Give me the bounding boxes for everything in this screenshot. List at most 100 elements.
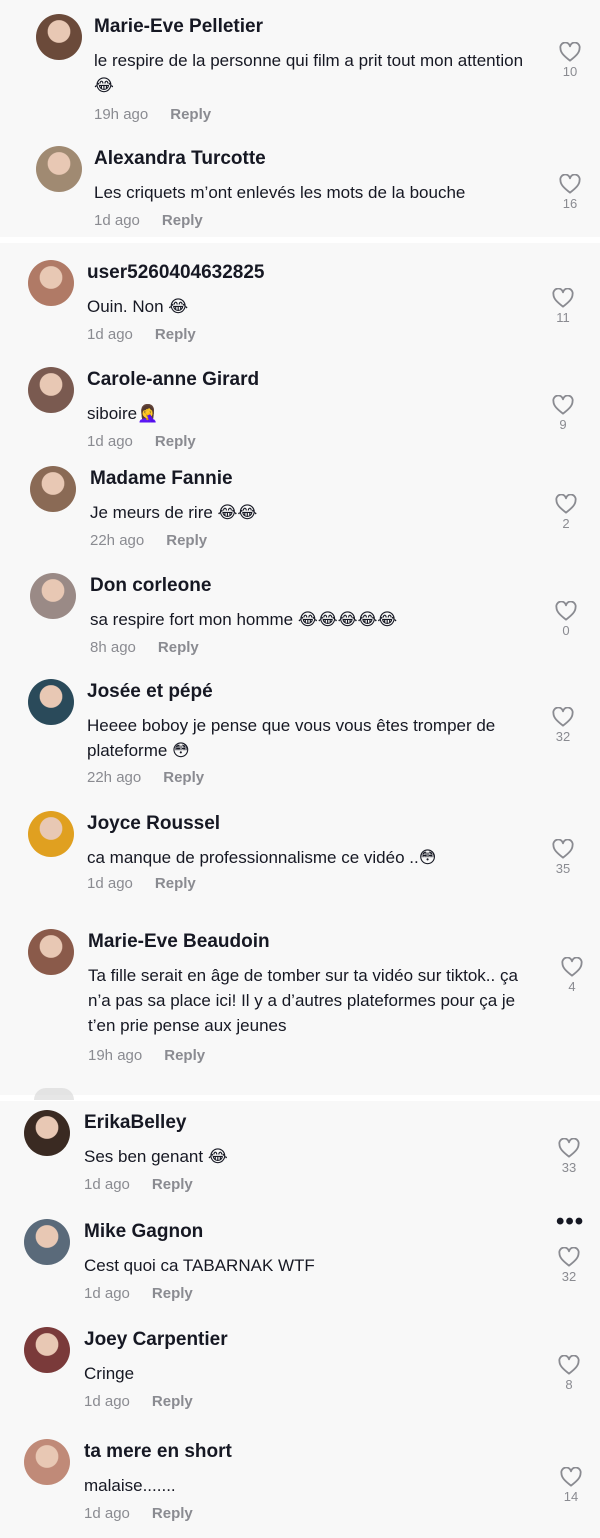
- like-button[interactable]: 2: [546, 494, 586, 531]
- avatar[interactable]: [30, 466, 76, 512]
- avatar[interactable]: [28, 811, 74, 857]
- reply-button[interactable]: Reply: [164, 1047, 205, 1064]
- reply-button[interactable]: Reply: [162, 212, 203, 229]
- comment-timestamp: 1d ago: [84, 1393, 130, 1410]
- like-count: 32: [555, 729, 571, 744]
- like-button[interactable]: 11: [543, 288, 583, 325]
- comment-meta: 8h ago Reply: [90, 639, 199, 656]
- like-button[interactable]: 32: [543, 707, 583, 744]
- like-button[interactable]: 33: [549, 1138, 589, 1175]
- comment-meta: 22h ago Reply: [90, 532, 207, 549]
- reply-button[interactable]: Reply: [152, 1505, 193, 1522]
- heart-icon: [558, 1138, 580, 1158]
- like-button[interactable]: 0: [546, 601, 586, 638]
- comment-timestamp: 1d ago: [84, 1285, 130, 1302]
- reply-button[interactable]: Reply: [152, 1176, 193, 1193]
- comment-meta: 1d ago Reply: [84, 1176, 193, 1193]
- heart-icon: [559, 42, 581, 62]
- comment-timestamp: 19h ago: [88, 1047, 143, 1064]
- avatar[interactable]: [24, 1110, 70, 1156]
- reply-button[interactable]: Reply: [170, 106, 211, 123]
- screenshot-seam: [0, 237, 600, 243]
- avatar[interactable]: [28, 367, 74, 413]
- like-button[interactable]: 10: [550, 42, 590, 79]
- comment-text: Ouin. Non 😂: [87, 297, 189, 316]
- comment-timestamp: 1d ago: [94, 212, 140, 229]
- like-button[interactable]: 4: [552, 957, 592, 994]
- comment-meta: 22h ago Reply: [87, 769, 204, 786]
- commenter-name[interactable]: Joyce Roussel: [87, 813, 220, 835]
- comment-meta: 19h ago Reply: [94, 106, 211, 123]
- like-count: 11: [556, 310, 570, 325]
- avatar[interactable]: [24, 1439, 70, 1485]
- comment-text: Ta fille serait en âge de tomber sur ta …: [88, 966, 518, 1035]
- comment-meta: 1d ago Reply: [84, 1393, 193, 1410]
- comment-meta: 1d ago Reply: [84, 1505, 193, 1522]
- heart-icon: [558, 1247, 580, 1267]
- comment-timestamp: 1d ago: [87, 433, 133, 450]
- commenter-name[interactable]: ErikaBelley: [84, 1112, 186, 1134]
- reply-button[interactable]: Reply: [163, 769, 204, 786]
- comment-text: malaise.......: [84, 1476, 176, 1495]
- heart-icon: [552, 707, 574, 727]
- reply-button[interactable]: Reply: [166, 532, 207, 549]
- like-count: 16: [562, 196, 578, 211]
- heart-icon: [559, 174, 581, 194]
- screenshot-seam: [0, 1095, 600, 1101]
- comment-meta: 1d ago Reply: [84, 1285, 193, 1302]
- like-count: 2: [562, 516, 570, 531]
- like-count: 0: [562, 623, 570, 638]
- like-count: 10: [562, 64, 578, 79]
- comment-meta: 1d ago Reply: [87, 875, 196, 892]
- commenter-name[interactable]: Josée et pépé: [87, 681, 213, 703]
- commenter-name[interactable]: ta mere en short: [84, 1441, 232, 1463]
- like-button[interactable]: 8: [549, 1355, 589, 1392]
- avatar[interactable]: [24, 1219, 70, 1265]
- commenter-name[interactable]: Carole-anne Girard: [87, 369, 259, 391]
- reply-button[interactable]: Reply: [152, 1393, 193, 1410]
- like-count: 9: [559, 417, 567, 432]
- like-button[interactable]: 14: [551, 1467, 591, 1504]
- like-button[interactable]: 32: [549, 1247, 589, 1284]
- comment-text: Les criquets m’ont enlevés les mots de l…: [94, 183, 466, 202]
- commenter-name[interactable]: Alexandra Turcotte: [94, 148, 266, 170]
- avatar[interactable]: [28, 929, 74, 975]
- commenter-name[interactable]: Mike Gagnon: [84, 1221, 203, 1243]
- like-button[interactable]: 16: [550, 174, 590, 211]
- comment-text: Je meurs de rire 😂😂: [90, 503, 258, 522]
- comment-text: Ses ben genant 😂: [84, 1147, 228, 1166]
- avatar[interactable]: [30, 573, 76, 619]
- like-button[interactable]: 9: [543, 395, 583, 432]
- comment-timestamp: 22h ago: [90, 532, 145, 549]
- reply-button[interactable]: Reply: [155, 433, 196, 450]
- reply-button[interactable]: Reply: [158, 639, 199, 656]
- like-count: 8: [565, 1377, 573, 1392]
- comment-meta: 1d ago Reply: [87, 433, 196, 450]
- comment-text: sa respire fort mon homme 😂😂😂😂😂: [90, 610, 398, 629]
- commenter-name[interactable]: user5260404632825: [87, 262, 265, 284]
- avatar[interactable]: [28, 679, 74, 725]
- reply-button[interactable]: Reply: [152, 1285, 193, 1302]
- comment-text: Heeee boboy je pense que vous vous êtes …: [87, 716, 496, 760]
- avatar[interactable]: [24, 1327, 70, 1373]
- heart-icon: [555, 494, 577, 514]
- heart-icon: [552, 395, 574, 415]
- comment-text: Cest quoi ca TABARNAK WTF: [84, 1256, 315, 1275]
- like-button[interactable]: 35: [543, 839, 583, 876]
- commenter-name[interactable]: Marie-Eve Beaudoin: [88, 931, 270, 953]
- avatar[interactable]: [36, 14, 82, 60]
- commenter-name[interactable]: Madame Fannie: [90, 468, 233, 490]
- commenter-name[interactable]: Don corleone: [90, 575, 211, 597]
- like-count: 4: [568, 979, 576, 994]
- heart-icon: [558, 1355, 580, 1375]
- partial-avatar: [34, 1088, 74, 1100]
- commenter-name[interactable]: Marie-Eve Pelletier: [94, 16, 263, 38]
- reply-button[interactable]: Reply: [155, 875, 196, 892]
- heart-icon: [560, 1467, 582, 1487]
- avatar[interactable]: [28, 260, 74, 306]
- avatar[interactable]: [36, 146, 82, 192]
- more-options-icon[interactable]: •••: [556, 1208, 584, 1236]
- reply-button[interactable]: Reply: [155, 326, 196, 343]
- commenter-name[interactable]: Joey Carpentier: [84, 1329, 228, 1351]
- comment-timestamp: 1d ago: [84, 1505, 130, 1522]
